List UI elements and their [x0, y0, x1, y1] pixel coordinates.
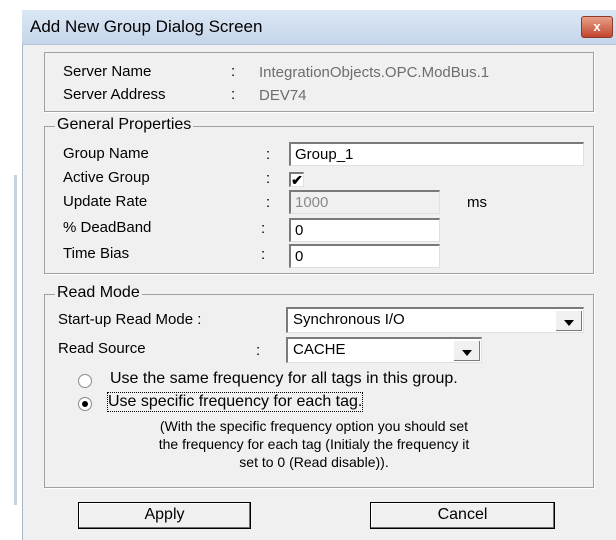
dialog-title: Add New Group Dialog Screen — [30, 17, 263, 36]
background-line — [14, 175, 17, 505]
startup-read-mode-value: Synchronous I/O — [293, 311, 405, 328]
read-source-separator: : — [256, 342, 261, 359]
deadband-field[interactable]: 0 — [289, 218, 440, 242]
update-rate-separator: : — [266, 194, 271, 211]
server-name-label: Server Name — [63, 63, 152, 80]
frequency-note-line-1: (With the specific frequency option you … — [159, 418, 469, 434]
group-name-label: Group Name — [63, 145, 149, 162]
time-bias-separator: : — [261, 246, 266, 263]
server-name-value: IntegrationObjects.OPC.ModBus.1 — [259, 64, 490, 81]
chevron-down-icon[interactable] — [453, 340, 480, 361]
server-address-separator: : — [231, 86, 236, 103]
read-source-label: Read Source — [58, 340, 146, 357]
same-frequency-radio[interactable] — [78, 374, 92, 388]
server-name-separator: : — [231, 63, 236, 80]
read-mode-legend: Read Mode — [55, 284, 142, 302]
apply-button[interactable]: Apply — [78, 502, 251, 529]
time-bias-field[interactable]: 0 — [289, 244, 440, 268]
deadband-label: % DeadBand — [63, 219, 152, 236]
deadband-separator: : — [261, 220, 266, 237]
specific-frequency-label[interactable]: Use specific frequency for each tag. — [106, 392, 364, 412]
update-rate-unit: ms — [467, 194, 487, 211]
startup-read-mode-label: Start-up Read Mode : — [58, 311, 202, 328]
frequency-note: (With the specific frequency option you … — [60, 417, 568, 471]
time-bias-label: Time Bias — [63, 245, 130, 262]
group-name-field[interactable]: Group_1 — [289, 142, 584, 166]
active-group-label: Active Group — [63, 169, 150, 186]
update-rate-field[interactable]: 1000 — [289, 190, 440, 214]
cancel-button[interactable]: Cancel — [370, 502, 555, 529]
chevron-down-icon[interactable] — [555, 310, 582, 331]
frequency-note-line-3: set to 0 (Read disable)). — [239, 454, 389, 470]
general-properties-legend: General Properties — [55, 116, 194, 134]
active-group-checkbox[interactable]: ✔ — [289, 172, 304, 187]
server-address-value: DEV74 — [259, 87, 307, 104]
frequency-note-line-2: the frequency for each tag (Initialy the… — [158, 436, 470, 452]
server-info-box — [44, 52, 594, 112]
group-name-separator: : — [266, 146, 271, 163]
server-address-label: Server Address — [63, 86, 166, 103]
active-group-separator: : — [266, 170, 271, 187]
update-rate-label: Update Rate — [63, 193, 148, 210]
read-source-select[interactable]: CACHE — [286, 337, 482, 363]
same-frequency-label[interactable]: Use the same frequency for all tags in t… — [110, 370, 458, 388]
close-button[interactable]: x — [581, 16, 613, 38]
read-source-value: CACHE — [293, 341, 346, 358]
startup-read-mode-select[interactable]: Synchronous I/O — [286, 307, 584, 333]
specific-frequency-radio[interactable] — [78, 397, 92, 411]
background-margin — [0, 0, 22, 540]
